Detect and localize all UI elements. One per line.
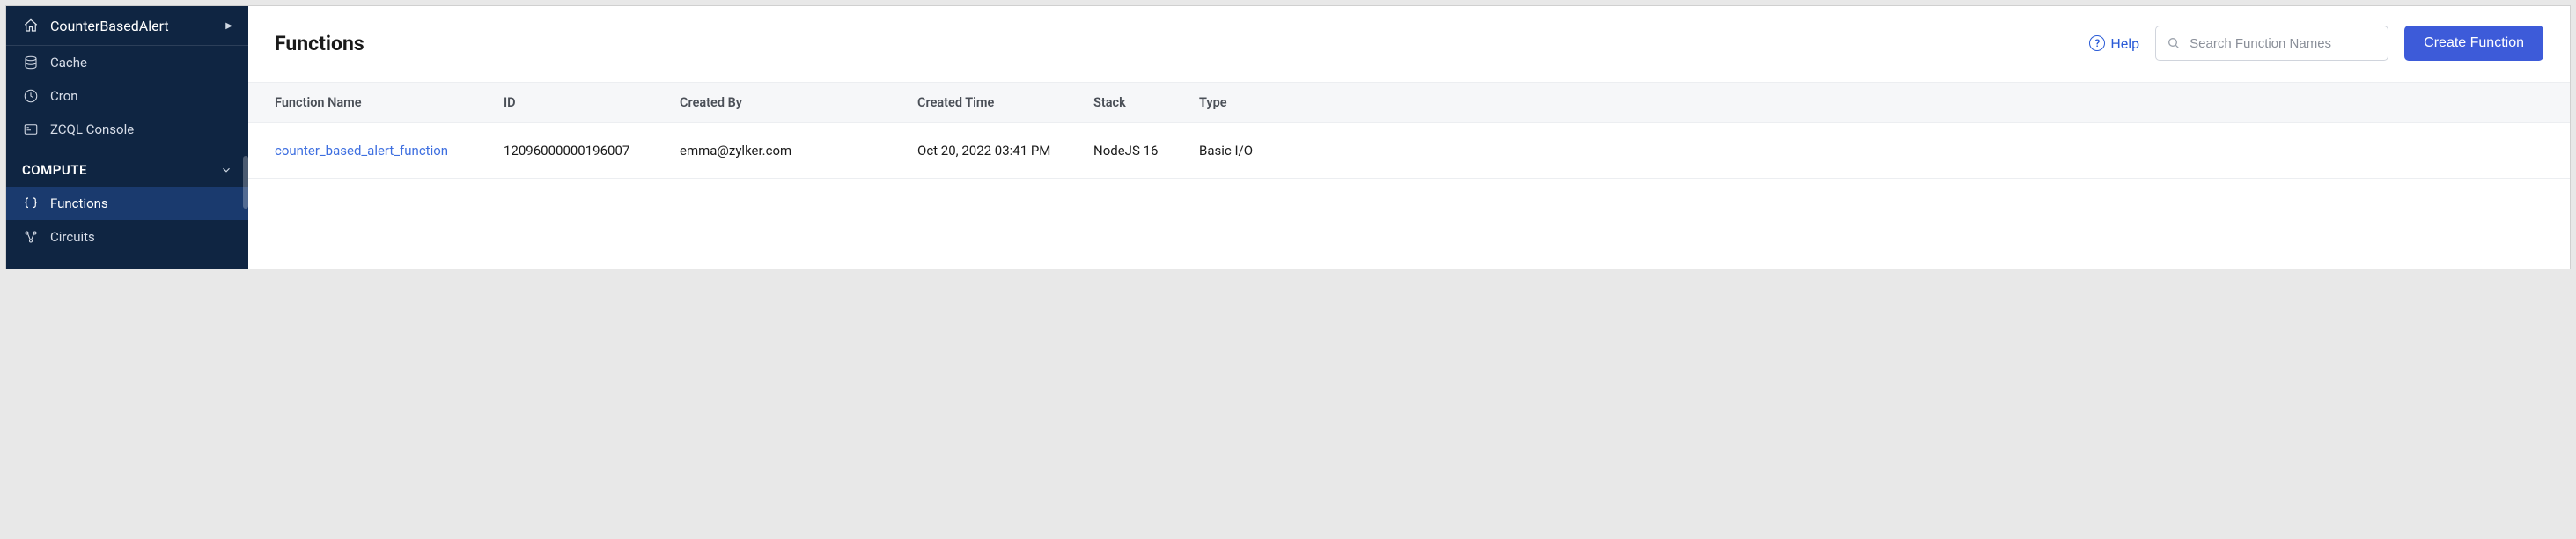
sidebar-item-label: Cron xyxy=(50,88,78,104)
col-header-name: Function Name xyxy=(275,95,504,110)
sidebar: CounterBasedAlert ▶ Cache Cron ZCQL Cons… xyxy=(6,6,248,269)
help-label: Help xyxy=(2110,35,2139,52)
table-row[interactable]: counter_based_alert_function 12096000000… xyxy=(248,123,2570,179)
sidebar-item-label: Cache xyxy=(50,55,87,70)
search-box[interactable] xyxy=(2155,26,2388,61)
sidebar-item-circuits[interactable]: Circuits xyxy=(6,220,248,254)
clock-icon xyxy=(22,87,40,105)
cell-created-by: emma@zylker.com xyxy=(680,143,917,159)
col-header-time: Created Time xyxy=(917,95,1093,110)
sidebar-item-label: Functions xyxy=(50,196,108,211)
sidebar-item-zcql[interactable]: ZCQL Console xyxy=(6,113,248,146)
function-name-link[interactable]: counter_based_alert_function xyxy=(275,143,448,159)
header-actions: ? Help Create Function xyxy=(2089,26,2543,61)
project-name: CounterBasedAlert xyxy=(50,18,225,34)
help-link[interactable]: ? Help xyxy=(2089,35,2139,52)
sidebar-item-functions[interactable]: Functions xyxy=(6,187,248,220)
col-header-by: Created By xyxy=(680,95,917,110)
help-icon: ? xyxy=(2089,35,2105,51)
sidebar-item-label: ZCQL Console xyxy=(50,122,134,137)
circuits-icon xyxy=(22,228,40,246)
col-header-type: Type xyxy=(1199,95,2543,110)
cell-type: Basic I/O xyxy=(1199,143,2543,159)
braces-icon xyxy=(22,195,40,212)
cell-created-time: Oct 20, 2022 03:41 PM xyxy=(917,143,1093,159)
sidebar-scrollbar[interactable] xyxy=(243,156,248,209)
home-icon xyxy=(22,17,40,34)
sidebar-item-cron[interactable]: Cron xyxy=(6,79,248,113)
cell-id: 12096000000196007 xyxy=(504,143,680,159)
create-function-button[interactable]: Create Function xyxy=(2404,26,2543,61)
table-header: Function Name ID Created By Created Time… xyxy=(248,82,2570,123)
section-label: COMPUTE xyxy=(22,162,87,178)
project-selector[interactable]: CounterBasedAlert ▶ xyxy=(6,6,248,46)
layers-icon xyxy=(22,54,40,71)
col-header-stack: Stack xyxy=(1093,95,1199,110)
section-compute[interactable]: COMPUTE xyxy=(6,146,248,187)
app-shell: CounterBasedAlert ▶ Cache Cron ZCQL Cons… xyxy=(5,5,2571,270)
sidebar-item-cache[interactable]: Cache xyxy=(6,46,248,79)
search-input[interactable] xyxy=(2190,36,2377,51)
col-header-id: ID xyxy=(504,95,680,110)
database-icon xyxy=(22,121,40,138)
caret-right-icon: ▶ xyxy=(225,21,232,31)
cell-stack: NodeJS 16 xyxy=(1093,143,1199,159)
main-content: Functions ? Help Create Function Functio… xyxy=(248,6,2570,269)
chevron-down-icon xyxy=(220,164,232,176)
search-icon xyxy=(2167,36,2181,50)
page-header: Functions ? Help Create Function xyxy=(248,6,2570,82)
sidebar-item-label: Circuits xyxy=(50,229,95,245)
page-title: Functions xyxy=(275,32,364,55)
